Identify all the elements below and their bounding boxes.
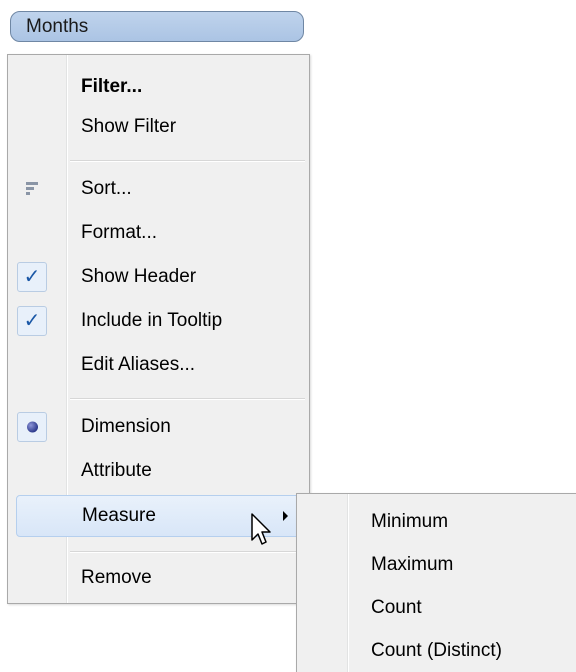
submenu-item-count[interactable]: Count [297,588,576,628]
menu-item-label: Format... [81,222,158,243]
menu-item-filter[interactable]: Filter... [8,67,309,107]
menu-item-label: Measure [82,505,156,526]
menu-item-include-in-tooltip[interactable]: ✓ Include in Tooltip [8,301,309,341]
submenu-item-maximum[interactable]: Maximum [297,545,576,585]
menu-item-label: Filter... [81,76,143,97]
submenu-item-label: Count [371,597,422,618]
submenu-arrow-icon [283,511,288,521]
menu-item-label: Dimension [81,416,171,437]
mouse-pointer-icon [251,513,271,545]
menu-item-label: Attribute [81,460,152,481]
measure-submenu: Minimum Maximum Count Count (Distinct) [296,493,576,672]
menu-item-sort[interactable]: Sort... [8,169,309,209]
field-pill-months[interactable]: Months [10,11,304,42]
menu-item-label: Show Header [81,266,197,287]
menu-item-label: Show Filter [81,116,177,137]
submenu-item-count-distinct[interactable]: Count (Distinct) [297,631,576,671]
menu-item-label: Edit Aliases... [81,354,196,375]
menu-item-attribute[interactable]: Attribute [8,451,309,491]
menu-item-dimension[interactable]: Dimension [8,407,309,447]
submenu-item-minimum[interactable]: Minimum [297,502,576,542]
menu-item-format[interactable]: Format... [8,213,309,253]
menu-item-remove[interactable]: Remove [8,558,309,598]
submenu-item-label: Count (Distinct) [371,640,502,661]
menu-item-show-header[interactable]: ✓ Show Header [8,257,309,297]
submenu-item-label: Minimum [371,511,449,532]
submenu-item-label: Maximum [371,554,454,575]
checkmark-icon: ✓ [17,306,47,336]
menu-separator [70,160,305,162]
checkmark-icon: ✓ [17,262,47,292]
menu-item-label: Remove [81,567,152,588]
radio-selected-box [17,412,47,442]
menu-separator [70,398,305,400]
menu-item-edit-aliases[interactable]: Edit Aliases... [8,345,309,385]
sort-icon [26,182,40,196]
radio-dot-icon [27,421,38,433]
stage: Months Filter... Show Filter Sort... For… [0,0,576,672]
menu-item-label: Sort... [81,178,132,199]
menu-separator [70,551,305,553]
menu-item-show-filter[interactable]: Show Filter [8,107,309,147]
menu-item-label: Include in Tooltip [81,310,223,331]
